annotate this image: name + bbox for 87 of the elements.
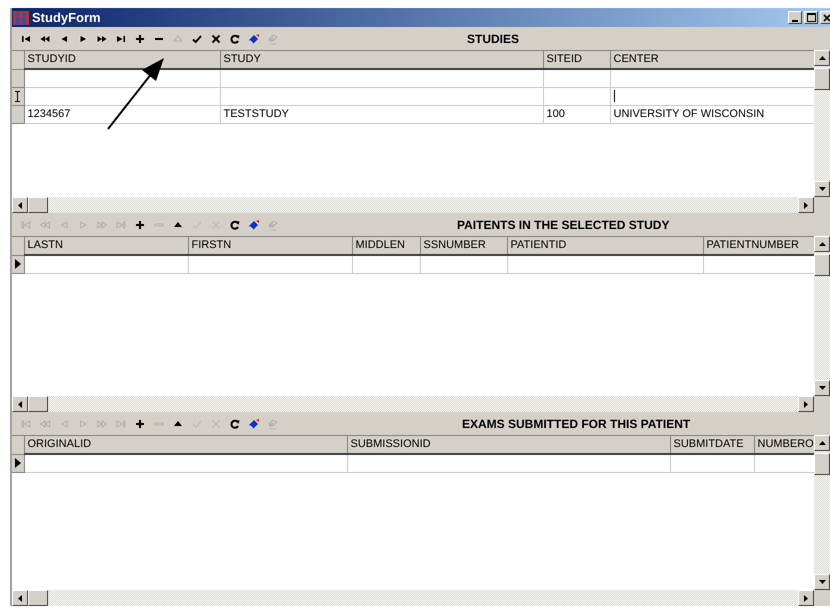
horizontal-scrollbar[interactable] (12, 590, 814, 606)
row-indicator[interactable] (12, 87, 24, 105)
scroll-left-icon[interactable] (18, 594, 22, 602)
x-icon (210, 32, 222, 44)
table-cell: 100 (543, 105, 610, 123)
refresh-icon (228, 418, 240, 430)
section-title: PAITENTS IN THE SELECTED STUDY (457, 216, 670, 234)
tag-icon (248, 418, 260, 430)
scroll-thumb[interactable] (28, 197, 48, 213)
minimize-button[interactable] (788, 11, 802, 24)
section-title: STUDIES (467, 30, 520, 48)
section-title: EXAMS SUBMITTED FOR THIS PATIENT (462, 416, 690, 432)
first-record-icon (20, 418, 32, 430)
scroll-left-icon[interactable] (18, 400, 22, 408)
data-icon (266, 218, 278, 230)
table-cell: TESTSTUDY (220, 105, 543, 123)
scroll-up-icon[interactable] (818, 242, 826, 246)
scroll-down-icon[interactable] (818, 386, 826, 390)
scrollbar-corner (814, 590, 830, 606)
column-header[interactable]: SSNUMBER (420, 237, 507, 255)
x-icon (210, 218, 222, 230)
column-header[interactable]: SUBMISSIONID (347, 436, 670, 454)
minimize-icon (792, 20, 798, 22)
vertical-scrollbar[interactable] (814, 435, 830, 606)
vertical-scrollbar[interactable] (814, 50, 830, 213)
tag-icon (248, 32, 260, 44)
row-indicator[interactable] (12, 255, 24, 273)
column-header[interactable]: CENTER (610, 51, 814, 69)
scroll-up-icon[interactable] (818, 56, 826, 60)
scroll-right-icon[interactable] (804, 594, 808, 602)
horizontal-scrollbar[interactable] (12, 197, 814, 213)
plus-icon (134, 218, 146, 230)
scroll-down-icon[interactable] (818, 187, 826, 191)
scroll-thumb[interactable] (28, 396, 48, 412)
column-header[interactable]: PATIENTNUMBER (703, 237, 814, 255)
current-row-icon (14, 259, 21, 269)
scroll-right-icon[interactable] (804, 400, 808, 408)
data-icon (266, 418, 278, 430)
maximize-icon (806, 13, 816, 22)
scroll-left-icon[interactable] (18, 202, 22, 208)
scroll-down-icon[interactable] (818, 580, 826, 584)
column-header[interactable]: STUDYID (24, 51, 220, 69)
column-header[interactable]: ORIGINALID (24, 436, 347, 454)
column-header[interactable]: SITEID (543, 51, 610, 69)
table-cell (543, 69, 610, 87)
column-header[interactable]: STUDY (220, 51, 543, 69)
maximize-button[interactable] (804, 11, 818, 24)
refresh-icon (228, 32, 240, 44)
horizontal-scrollbar[interactable] (12, 396, 814, 412)
tag-icon (248, 218, 260, 230)
rewind-icon (38, 418, 50, 430)
rewind-icon (38, 218, 50, 230)
first-record-icon (20, 218, 32, 230)
table-cell: 1234567 (24, 105, 220, 123)
column-header[interactable]: SUBMITDATE (670, 436, 754, 454)
current-row-icon (14, 458, 21, 468)
column-header[interactable]: LASTN (24, 237, 188, 255)
app-icon (13, 10, 29, 24)
text-cursor-icon (14, 90, 22, 102)
scroll-up-icon[interactable] (818, 441, 826, 445)
row-indicator[interactable] (12, 454, 24, 472)
last-record-icon (114, 218, 126, 230)
column-header[interactable]: PATIENTID (507, 237, 703, 255)
scroll-thumb[interactable] (814, 68, 830, 90)
last-record-icon (114, 418, 126, 430)
plus-icon (134, 418, 146, 430)
data-icon (266, 32, 278, 44)
column-header[interactable]: MIDDLEN (352, 237, 420, 255)
fast-forward-icon (96, 218, 108, 230)
scroll-thumb[interactable] (814, 254, 830, 276)
checkmark-icon (190, 32, 202, 44)
column-header[interactable]: FIRSTN (188, 237, 352, 255)
table-cell (352, 255, 420, 273)
close-button[interactable] (820, 11, 830, 24)
column-header[interactable]: NUMBERO (754, 436, 814, 454)
x-icon (210, 418, 222, 430)
plus-icon (134, 32, 146, 44)
scroll-right-icon[interactable] (804, 202, 808, 208)
vertical-scrollbar[interactable] (814, 236, 830, 412)
fast-forward-icon (96, 418, 108, 430)
window-title: StudyForm (32, 8, 102, 27)
scroll-thumb[interactable] (28, 590, 48, 606)
scroll-thumb[interactable] (814, 453, 830, 475)
triangle-up-icon (172, 32, 184, 44)
table-cell: UNIVERSITY OF WISCONSIN (610, 105, 814, 123)
close-icon (823, 14, 830, 22)
refresh-icon (228, 218, 240, 230)
